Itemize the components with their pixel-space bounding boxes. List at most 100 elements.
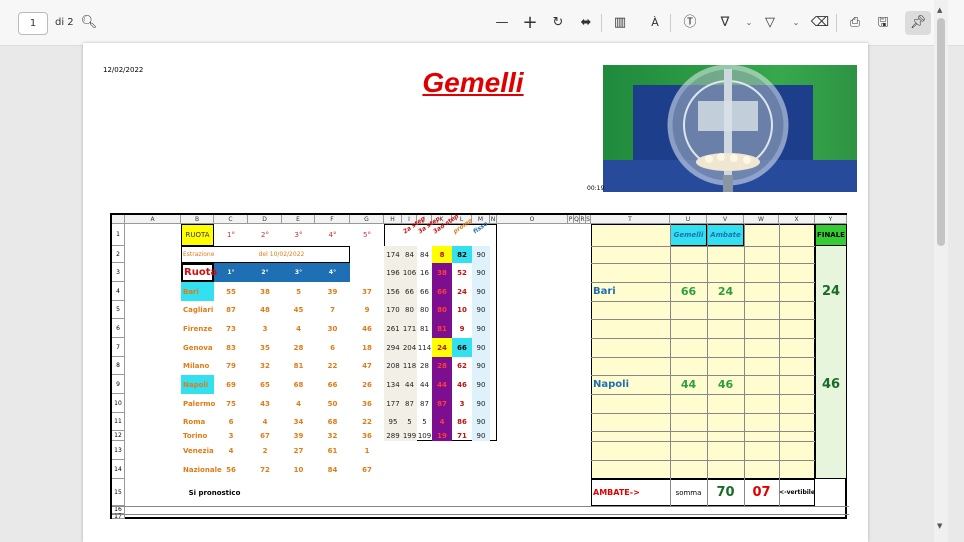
calc-cell: 62 — [457, 362, 467, 370]
grid-line — [591, 441, 815, 442]
convertibile-value: 07 — [752, 485, 771, 500]
document-date: 12/02/2022 — [103, 66, 144, 74]
row-header[interactable]: 9 — [112, 375, 125, 394]
wheel-number: 87 — [226, 306, 236, 314]
scrollbar-thumb[interactable] — [937, 18, 945, 246]
text-box-icon[interactable]: Ⓣ — [680, 13, 700, 33]
convertibile-label: <-vertibile — [779, 489, 815, 496]
row-header[interactable]: 12 — [112, 431, 125, 441]
grid-line — [591, 319, 815, 320]
column-header[interactable]: W — [744, 215, 779, 224]
wheel-number: 65 — [260, 380, 270, 389]
wheel-number: 37 — [362, 287, 372, 296]
row-header[interactable]: 1 — [112, 224, 125, 246]
row-header[interactable]: 15 — [112, 479, 125, 506]
wheel-number: 5 — [296, 287, 301, 296]
calc-cell: 90 — [476, 250, 486, 259]
page-count: di 2 — [55, 17, 74, 28]
calc-cell: 90 — [476, 287, 486, 296]
wheel-number: 28 — [293, 343, 304, 352]
zoom-in-icon[interactable]: + — [520, 13, 540, 33]
row-header[interactable]: 4 — [112, 282, 125, 301]
save-icon[interactable]: 🖫︎ — [873, 13, 893, 33]
grid-line — [779, 224, 780, 506]
calc-cell: 118 — [402, 362, 417, 370]
wheel-number: 48 — [260, 306, 270, 314]
zoom-out-icon[interactable]: — — [492, 13, 512, 33]
column-header[interactable]: D — [248, 215, 282, 224]
wheel-number: 83 — [226, 343, 236, 352]
column-header[interactable]: Y — [815, 215, 847, 224]
column-header[interactable]: H — [384, 215, 402, 224]
wheel-number: 27 — [293, 446, 304, 455]
calc-cell: 10 — [457, 306, 467, 314]
scroll-down-icon[interactable]: ▼ — [937, 522, 942, 530]
wheel-number: 35 — [260, 343, 270, 352]
row-header[interactable]: 7 — [112, 338, 125, 357]
row-header[interactable]: 14 — [112, 460, 125, 479]
print-icon[interactable]: ⎙ — [845, 13, 865, 33]
grid-line — [112, 514, 849, 515]
draw-icon[interactable]: ∇ — [715, 13, 735, 33]
calc-cell: 71 — [457, 432, 467, 440]
column-header[interactable]: T — [591, 215, 670, 224]
calc-cell: 66 — [420, 287, 429, 296]
wheel-number: 18 — [362, 343, 372, 352]
column-header[interactable]: C — [214, 215, 248, 224]
somma-value: 70 — [716, 485, 735, 500]
calc-cell: 52 — [457, 268, 467, 277]
search-icon[interactable]: 🔍︎ — [79, 13, 99, 33]
row-header[interactable]: 8 — [112, 357, 125, 375]
row-header[interactable]: 6 — [112, 319, 125, 338]
row-header[interactable]: 3 — [112, 263, 125, 282]
highlight-dropdown-icon[interactable]: ⌄ — [791, 13, 801, 33]
result-gemelli-bari: 66 — [680, 285, 697, 298]
row-header[interactable]: 2 — [112, 246, 125, 263]
row-header[interactable]: 10 — [112, 394, 125, 413]
row-header[interactable]: 5 — [112, 301, 125, 319]
calc-cell: 44 — [405, 380, 414, 389]
page-view-icon[interactable]: ▥ — [610, 13, 630, 33]
calc-cell: 24 — [432, 338, 452, 357]
column-header[interactable]: A — [125, 215, 181, 224]
calc-cell: 95 — [388, 418, 398, 426]
row-header[interactable]: 11 — [112, 413, 125, 431]
ruota-position: 3° — [294, 269, 303, 276]
grid-line — [591, 301, 815, 302]
calc-cell: 90 — [476, 432, 486, 440]
wheel-number: 32 — [260, 362, 270, 370]
wheel-number: 39 — [293, 432, 304, 440]
calc-cell: 87 — [420, 399, 429, 408]
wheel-number: 43 — [260, 399, 270, 408]
eraser-icon[interactable]: ⌫ — [810, 13, 830, 33]
calc-cell: 134 — [386, 380, 400, 389]
pin-icon[interactable]: 📌︎ — [905, 11, 931, 35]
wheel-name: Cagliari — [183, 306, 214, 314]
draw-dropdown-icon[interactable]: ⌄ — [744, 13, 754, 33]
column-header[interactable]: G — [350, 215, 384, 224]
calc-cell: 171 — [402, 324, 417, 333]
page-number-input[interactable]: 1 — [18, 12, 48, 35]
gemelli-header: Gemelli — [673, 231, 704, 239]
calc-cell: 90 — [476, 380, 486, 389]
wheel-number: 6 — [330, 343, 335, 352]
calc-cell: 28 — [437, 362, 447, 370]
column-header[interactable]: U — [670, 215, 707, 224]
column-header[interactable]: V — [707, 215, 744, 224]
scroll-up-icon[interactable]: ▲ — [937, 6, 942, 14]
column-header[interactable]: O — [497, 215, 568, 224]
column-header[interactable]: B — [181, 215, 214, 224]
fit-page-icon[interactable]: ⬌ — [576, 13, 596, 33]
wheel-number: 67 — [260, 432, 270, 440]
column-header[interactable]: E — [282, 215, 315, 224]
highlight-icon[interactable]: ▽ — [760, 13, 780, 33]
rotate-icon[interactable]: ↻ — [548, 13, 568, 33]
corner-header — [112, 215, 125, 224]
column-header[interactable]: F — [315, 215, 350, 224]
calc-cell: 5 — [407, 418, 412, 426]
row-header[interactable]: 13 — [112, 441, 125, 460]
read-aloud-icon[interactable]: À — [645, 13, 665, 33]
ruota-position: 2° — [261, 269, 269, 276]
grid-line — [591, 431, 815, 432]
column-header[interactable]: X — [779, 215, 815, 224]
